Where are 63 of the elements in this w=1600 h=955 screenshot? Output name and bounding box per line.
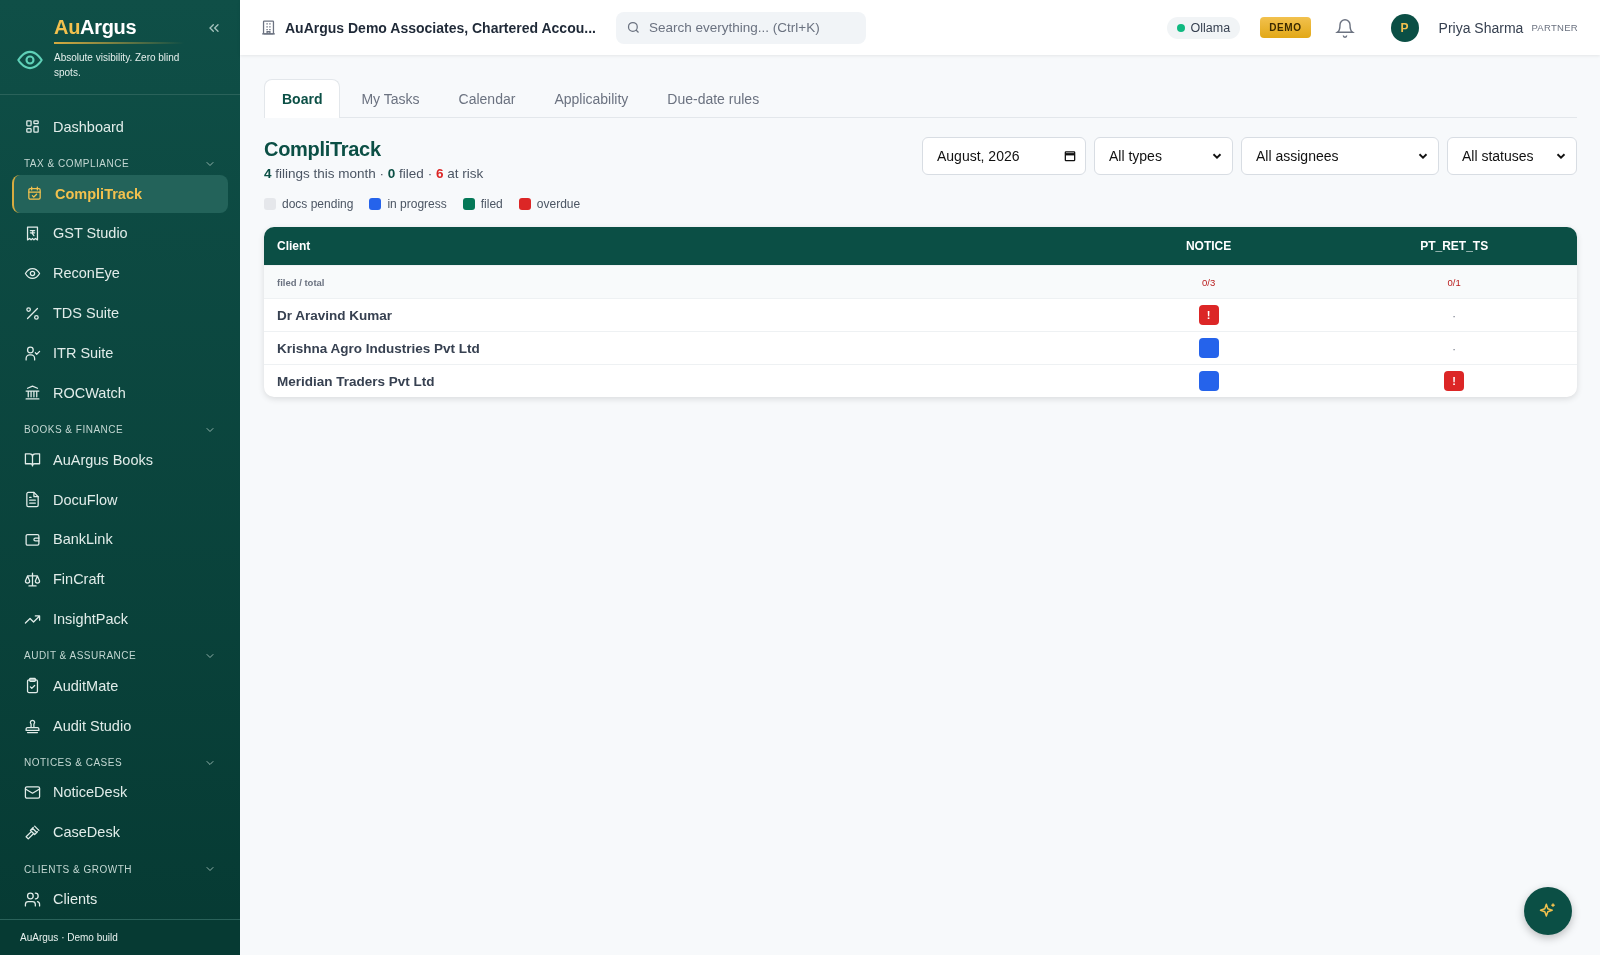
- tab[interactable]: Applicability: [536, 79, 647, 117]
- section-heading: BOOKS & FINANCE: [24, 424, 124, 436]
- filter-select[interactable]: All statuses: [1447, 137, 1577, 175]
- nav-item[interactable]: ROCWatch: [12, 379, 228, 407]
- empty-marker: ·: [1452, 342, 1456, 355]
- nav-item[interactable]: AuArgus Books: [12, 445, 228, 474]
- summary-stat: 4 filings this month: [264, 166, 376, 181]
- model-status: Ollama: [1166, 16, 1241, 39]
- column-header: PT_RET_TS: [1331, 227, 1577, 265]
- summary-stat: 6 at risk: [435, 166, 484, 181]
- nav-item[interactable]: ITR Suite: [12, 339, 228, 367]
- nav-item[interactable]: Dashboard: [12, 113, 228, 141]
- client-name: Meridian Traders Pvt Ltd: [264, 364, 1086, 397]
- brand-tagline: Absolute visibility. Zero blind spots.: [54, 51, 181, 80]
- nav-item[interactable]: NoticeDesk: [12, 778, 228, 807]
- nav-item[interactable]: FinCraft: [12, 565, 228, 594]
- user-avatar[interactable]: P: [1390, 13, 1419, 42]
- nav-item[interactable]: Audit Studio: [12, 711, 228, 740]
- nav-item[interactable]: ReconEye: [12, 259, 228, 288]
- nav-item[interactable]: GST Studio: [12, 219, 228, 248]
- tab[interactable]: Board: [264, 79, 341, 118]
- nav-item[interactable]: TDS Suite: [12, 299, 228, 328]
- organization-name: AuArgus Demo Associates, Chartered Accou...: [285, 19, 596, 36]
- user-role: PARTNER: [1531, 22, 1578, 33]
- status-tile[interactable]: !: [1198, 305, 1219, 325]
- tab[interactable]: Due-date rules: [649, 79, 778, 117]
- table-cell: 0/3: [1085, 265, 1332, 298]
- summary-stat: 0 filed: [387, 166, 424, 181]
- legend-label: docs pending: [282, 197, 354, 211]
- nav-item[interactable]: CaseDesk: [12, 818, 228, 847]
- nav-item[interactable]: CompliTrack: [12, 174, 228, 213]
- nav-item[interactable]: DocuFlow: [12, 485, 228, 514]
- tab[interactable]: My Tasks: [343, 79, 438, 117]
- table-cell: filed / total: [264, 265, 1086, 298]
- section-heading: AUDIT & ASSURANCE: [24, 650, 137, 662]
- legend-label: filed: [480, 197, 503, 211]
- filter-select[interactable]: All types: [1094, 137, 1233, 175]
- legend-label: in progress: [387, 197, 447, 211]
- brand-logo: AuArgus: [54, 16, 138, 39]
- client-name: Krishna Agro Industries Pvt Ltd: [264, 331, 1086, 364]
- section-heading: NOTICES & CASES: [24, 757, 123, 769]
- status-tile[interactable]: !: [1444, 371, 1465, 391]
- section-heading: CLIENTS & GROWTH: [24, 863, 132, 875]
- separator: ·: [427, 166, 433, 181]
- demo-badge: DEMO: [1260, 17, 1311, 38]
- nav-item[interactable]: AuditMate: [12, 671, 228, 700]
- table-cell: 0/1: [1331, 265, 1577, 298]
- nav-item[interactable]: InsightPack: [12, 605, 228, 634]
- user-name: Priya Sharma: [1438, 19, 1524, 36]
- legend-label: overdue: [536, 197, 581, 211]
- column-header: NOTICE: [1085, 227, 1332, 265]
- nav-item[interactable]: BankLink: [12, 525, 228, 554]
- section-heading: TAX & COMPLIANCE: [24, 158, 130, 170]
- month-field[interactable]: August, 2026: [922, 137, 1086, 175]
- separator: ·: [379, 166, 385, 181]
- column-header: Client: [264, 227, 1086, 265]
- tab[interactable]: Calendar: [440, 79, 534, 117]
- filter-select[interactable]: All assignees: [1241, 137, 1439, 175]
- search-field[interactable]: Search everything... (Ctrl+K): [615, 11, 866, 44]
- client-name: Dr Aravind Kumar: [264, 298, 1086, 331]
- empty-marker: ·: [1452, 309, 1456, 322]
- page-title: CompliTrack: [264, 138, 382, 161]
- nav-item[interactable]: Clients: [12, 885, 228, 913]
